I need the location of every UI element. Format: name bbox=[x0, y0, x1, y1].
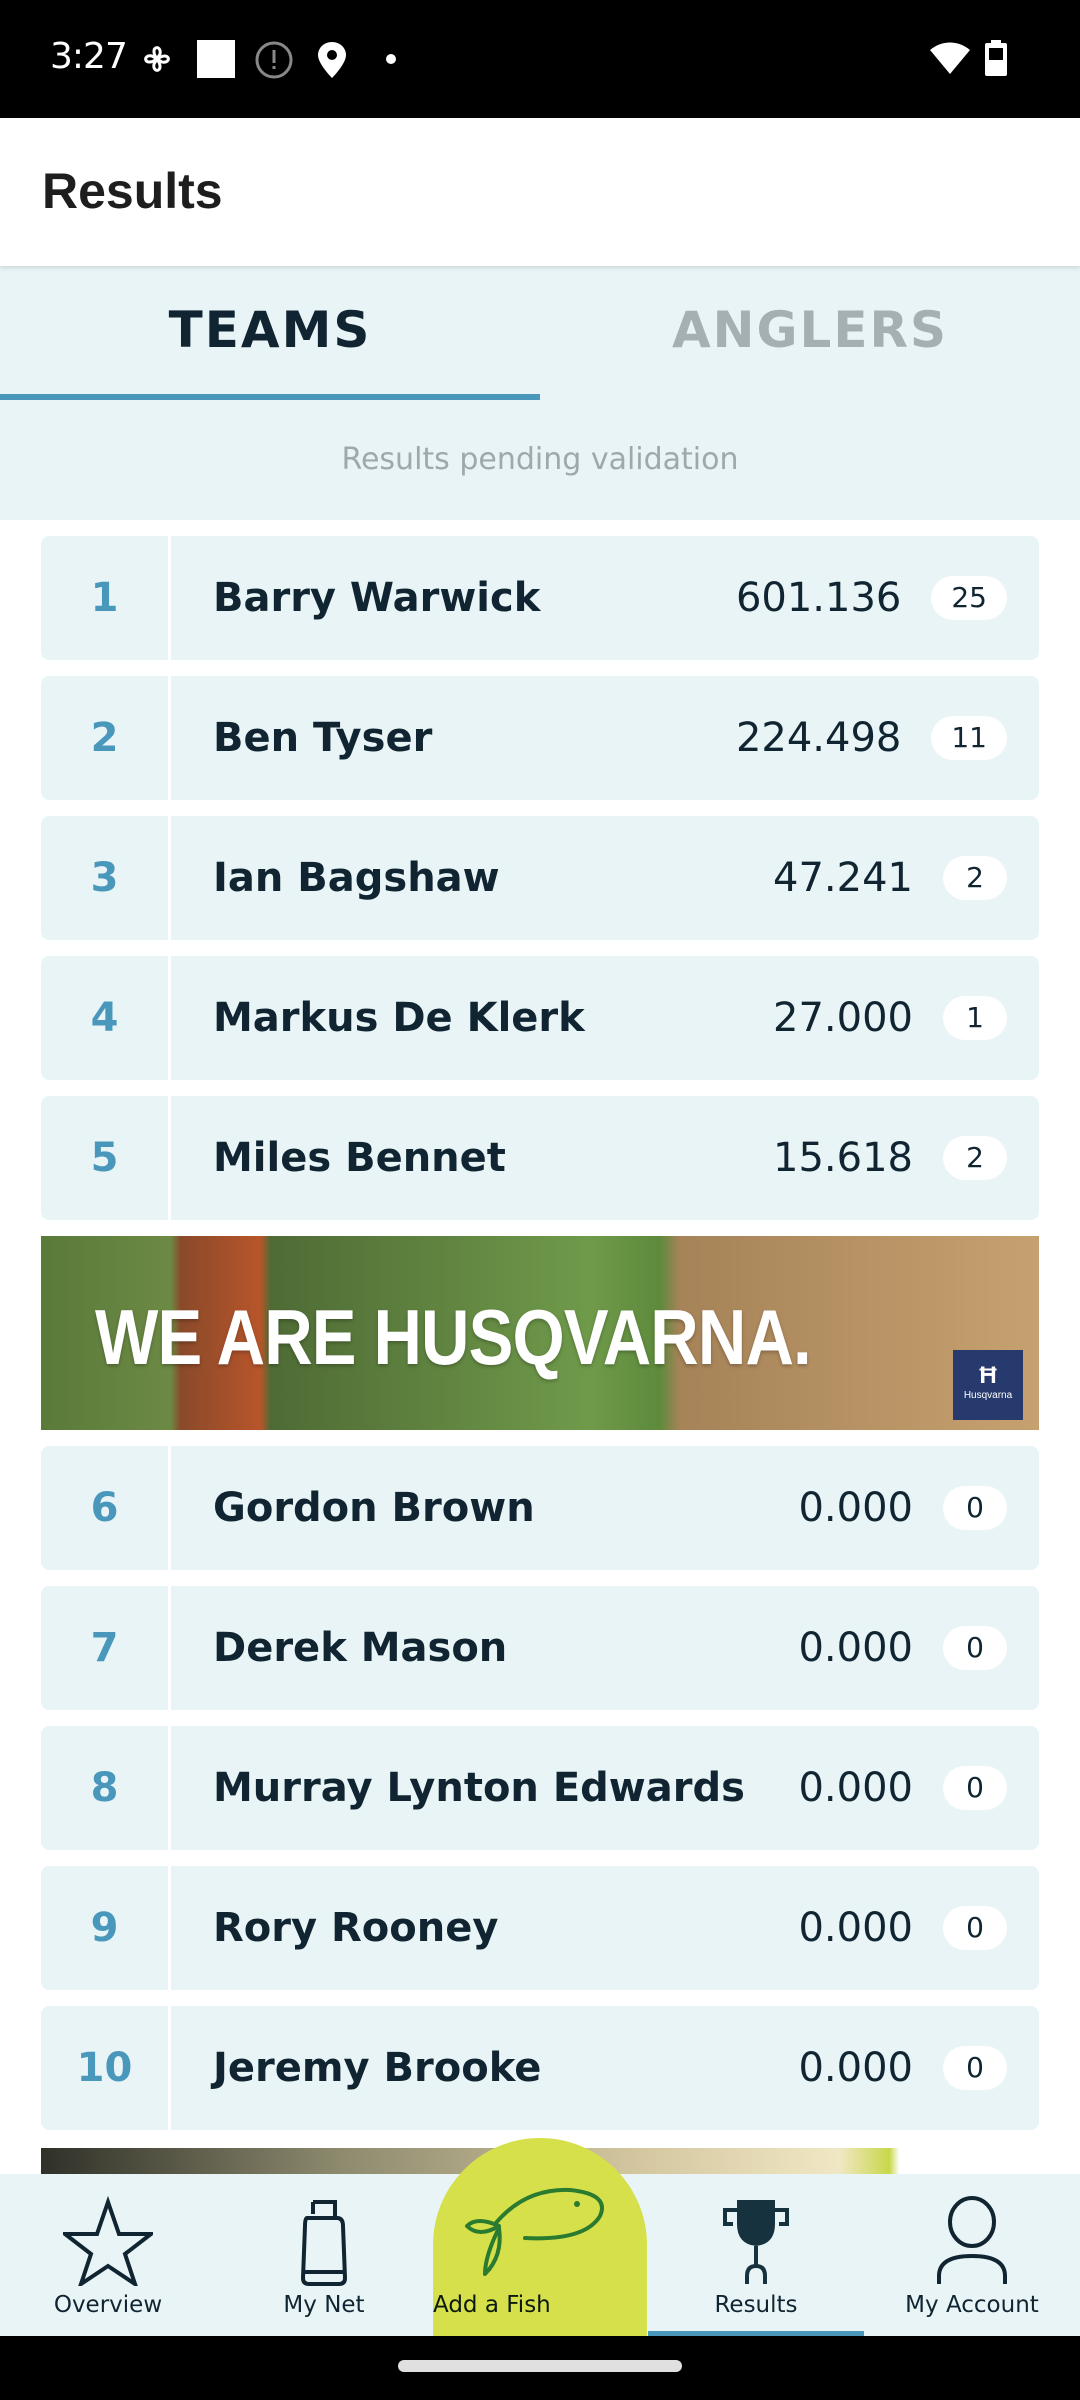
rank: 6 bbox=[41, 1446, 171, 1570]
team-name: Markus De Klerk bbox=[213, 995, 585, 1041]
husqvarna-ad-banner[interactable]: WE ARE HUSQVARNA. Ħ Husqvarna bbox=[41, 1236, 1039, 1430]
nav-label: Overview bbox=[53, 2292, 163, 2318]
pinwheel-icon bbox=[144, 46, 170, 72]
team-name: Ian Bagshaw bbox=[213, 855, 500, 901]
team-name: Gordon Brown bbox=[213, 1485, 535, 1531]
fish-count-badge: 11 bbox=[931, 716, 1007, 760]
system-gesture-bar bbox=[0, 2336, 1080, 2400]
rank: 7 bbox=[41, 1586, 171, 1710]
location-pin-icon bbox=[318, 42, 346, 78]
rank: 4 bbox=[41, 956, 171, 1080]
square-icon bbox=[197, 40, 235, 78]
score: 0.000 bbox=[798, 1485, 913, 1531]
team-name: Derek Mason bbox=[213, 1625, 508, 1671]
team-name: Rory Rooney bbox=[213, 1905, 499, 1951]
person-icon bbox=[937, 2196, 1007, 2284]
star-icon bbox=[63, 2196, 153, 2286]
brand-name: Husqvarna bbox=[963, 1390, 1013, 1401]
tab-teams[interactable]: TEAMS bbox=[0, 266, 540, 400]
crown-h-icon: Ħ bbox=[979, 1362, 997, 1389]
result-row[interactable]: 5 Miles Bennet 15.618 2 bbox=[41, 1096, 1039, 1220]
results-list: 1 Barry Warwick 601.136 25 2 Ben Tyser 2… bbox=[41, 536, 1039, 2146]
page-title: Results bbox=[42, 163, 223, 219]
score: 27.000 bbox=[773, 995, 913, 1041]
add-a-fish-button[interactable]: Add a Fish bbox=[433, 2138, 647, 2336]
result-row[interactable]: 9 Rory Rooney 0.000 0 bbox=[41, 1866, 1039, 1990]
fish-count-badge: 0 bbox=[943, 1906, 1007, 1950]
team-name: Ben Tyser bbox=[213, 715, 433, 761]
score: 47.241 bbox=[773, 855, 913, 901]
alert-circle-icon bbox=[255, 41, 293, 79]
fish-count-badge: 0 bbox=[943, 2046, 1007, 2090]
rank: 2 bbox=[41, 676, 171, 800]
fish-count-badge: 0 bbox=[943, 1626, 1007, 1670]
result-row[interactable]: 7 Derek Mason 0.000 0 bbox=[41, 1586, 1039, 1710]
rank: 10 bbox=[41, 2006, 171, 2130]
nav-my-net[interactable]: My Net bbox=[216, 2174, 432, 2336]
score: 0.000 bbox=[798, 1625, 913, 1671]
score: 15.618 bbox=[773, 1135, 913, 1181]
results-tabs: TEAMS ANGLERS bbox=[0, 266, 1080, 400]
rank: 5 bbox=[41, 1096, 171, 1220]
rank: 3 bbox=[41, 816, 171, 940]
app-bar: Results bbox=[0, 118, 1080, 266]
result-row[interactable]: 3 Ian Bagshaw 47.241 2 bbox=[41, 816, 1039, 940]
wifi-icon bbox=[930, 42, 970, 74]
team-name: Murray Lynton Edwards bbox=[213, 1765, 745, 1811]
score: 601.136 bbox=[735, 575, 902, 621]
fish-count-badge: 2 bbox=[943, 856, 1007, 900]
team-name: Barry Warwick bbox=[213, 575, 541, 621]
dot-icon bbox=[386, 54, 396, 64]
nav-label: Results bbox=[714, 2292, 798, 2318]
result-row[interactable]: 4 Markus De Klerk 27.000 1 bbox=[41, 956, 1039, 1080]
result-row[interactable]: 10 Jeremy Brooke 0.000 0 bbox=[41, 2006, 1039, 2130]
nav-label: My Net bbox=[283, 2292, 365, 2318]
nav-my-account[interactable]: My Account bbox=[864, 2174, 1080, 2336]
result-row[interactable]: 2 Ben Tyser 224.498 11 bbox=[41, 676, 1039, 800]
score: 0.000 bbox=[798, 2045, 913, 2091]
fish-count-badge: 25 bbox=[931, 576, 1007, 620]
trophy-icon bbox=[723, 2200, 789, 2284]
pending-validation-notice: Results pending validation bbox=[0, 400, 1080, 520]
team-name: Jeremy Brooke bbox=[213, 2045, 542, 2091]
result-row[interactable]: 6 Gordon Brown 0.000 0 bbox=[41, 1446, 1039, 1570]
result-row[interactable]: 1 Barry Warwick 601.136 25 bbox=[41, 536, 1039, 660]
keepnet-icon bbox=[300, 2200, 348, 2286]
result-row[interactable]: 8 Murray Lynton Edwards 0.000 0 bbox=[41, 1726, 1039, 1850]
nav-label: Add a Fish bbox=[433, 2292, 551, 2318]
battery-icon bbox=[985, 40, 1007, 76]
score: 0.000 bbox=[798, 1905, 913, 1951]
fish-icon bbox=[465, 2187, 604, 2276]
team-name: Miles Bennet bbox=[213, 1135, 506, 1181]
status-bar: 3:27 bbox=[0, 0, 1080, 118]
fish-count-badge: 0 bbox=[943, 1766, 1007, 1810]
home-gesture-handle[interactable] bbox=[398, 2360, 682, 2372]
rank: 1 bbox=[41, 536, 171, 660]
ad-headline: WE ARE HUSQVARNA. bbox=[95, 1293, 812, 1381]
nav-overview[interactable]: Overview bbox=[0, 2174, 216, 2336]
rank: 8 bbox=[41, 1726, 171, 1850]
nav-label: My Account bbox=[905, 2292, 1039, 2318]
husqvarna-logo: Ħ Husqvarna bbox=[953, 1350, 1023, 1420]
score: 224.498 bbox=[735, 715, 902, 761]
nav-results[interactable]: Results bbox=[648, 2174, 864, 2336]
fish-count-badge: 2 bbox=[943, 1136, 1007, 1180]
rank: 9 bbox=[41, 1866, 171, 1990]
fish-count-badge: 1 bbox=[943, 996, 1007, 1040]
tab-anglers[interactable]: ANGLERS bbox=[540, 266, 1080, 400]
score: 0.000 bbox=[798, 1765, 913, 1811]
fish-count-badge: 0 bbox=[943, 1486, 1007, 1530]
status-time: 3:27 bbox=[50, 36, 128, 77]
